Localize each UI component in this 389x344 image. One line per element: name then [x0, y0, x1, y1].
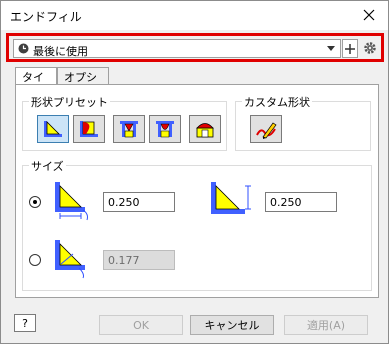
size-value1-field[interactable]: 0.250: [103, 192, 175, 212]
shape-presets-label: 形状プリセット: [29, 94, 110, 110]
plus-icon: [345, 43, 355, 54]
cancel-button[interactable]: キャンセル: [190, 315, 274, 335]
type-panel: 形状プリセット カスタム形状 サイズ 0.250 0.250 0.177: [15, 84, 379, 298]
cancel-label: キャンセル: [204, 319, 260, 332]
size-label: サイズ: [29, 158, 66, 174]
size-value2-field[interactable]: 0.250: [265, 192, 337, 212]
preset-fillet-curve-button[interactable]: [73, 115, 105, 143]
chevron-down-icon: [327, 46, 335, 51]
size-value1-text: 0.250: [108, 196, 140, 209]
leg-height-icon: [211, 182, 251, 214]
fillet-curve-icon: [80, 121, 98, 137]
size-throat-text: 0.177: [108, 254, 140, 267]
preset-bar: 最後に使用: [6, 33, 384, 62]
help-button[interactable]: ?: [14, 314, 36, 332]
preset-fillet-right-button[interactable]: [37, 115, 69, 143]
add-preset-button[interactable]: [342, 39, 358, 58]
ok-label: OK: [133, 318, 149, 332]
tab-options[interactable]: オプション: [57, 67, 109, 100]
close-icon: [363, 9, 375, 21]
gear-icon[interactable]: [363, 41, 377, 55]
size-option1-radio[interactable]: [29, 196, 41, 208]
title-bar: エンドフィル: [1, 1, 388, 30]
leg-length-icon: [55, 182, 88, 221]
end-fill-dialog: エンドフィル 最後に使用 タイ オプシ 形状プリセット カスタム形状 サイズ 0…: [0, 0, 389, 344]
fillet-right-icon: [44, 121, 62, 137]
size-throat-field[interactable]: 0.177: [103, 250, 175, 270]
pencil-sketch-icon: [256, 122, 277, 139]
tee-fillet-icon: [120, 121, 138, 138]
size-group: サイズ 0.250 0.250 0.177: [22, 158, 372, 291]
dialog-title: エンドフィル: [10, 10, 82, 24]
size-value2-text: 0.250: [270, 196, 302, 209]
preset-tee-button[interactable]: [113, 115, 145, 143]
tee-curve-icon: [156, 121, 174, 138]
ok-button[interactable]: OK: [99, 315, 183, 335]
custom-shape-label: カスタム形状: [242, 94, 312, 110]
house-icon: [196, 123, 214, 138]
help-label: ?: [22, 316, 28, 330]
clock-icon: [18, 43, 29, 54]
preset-tee-curve-button[interactable]: [149, 115, 181, 143]
shape-presets-group: 形状プリセット: [22, 94, 227, 151]
throat-icon: [55, 240, 85, 279]
close-button[interactable]: [354, 3, 384, 27]
preset-value: 最後に使用: [33, 45, 88, 58]
preset-house-button[interactable]: [189, 115, 221, 143]
size-option2-radio[interactable]: [29, 254, 41, 266]
apply-label: 適用(A): [306, 319, 346, 332]
custom-shape-button[interactable]: [250, 115, 282, 143]
custom-shape-group: カスタム形状: [235, 94, 371, 151]
apply-button[interactable]: 適用(A): [284, 315, 368, 335]
preset-dropdown[interactable]: 最後に使用: [13, 39, 341, 58]
